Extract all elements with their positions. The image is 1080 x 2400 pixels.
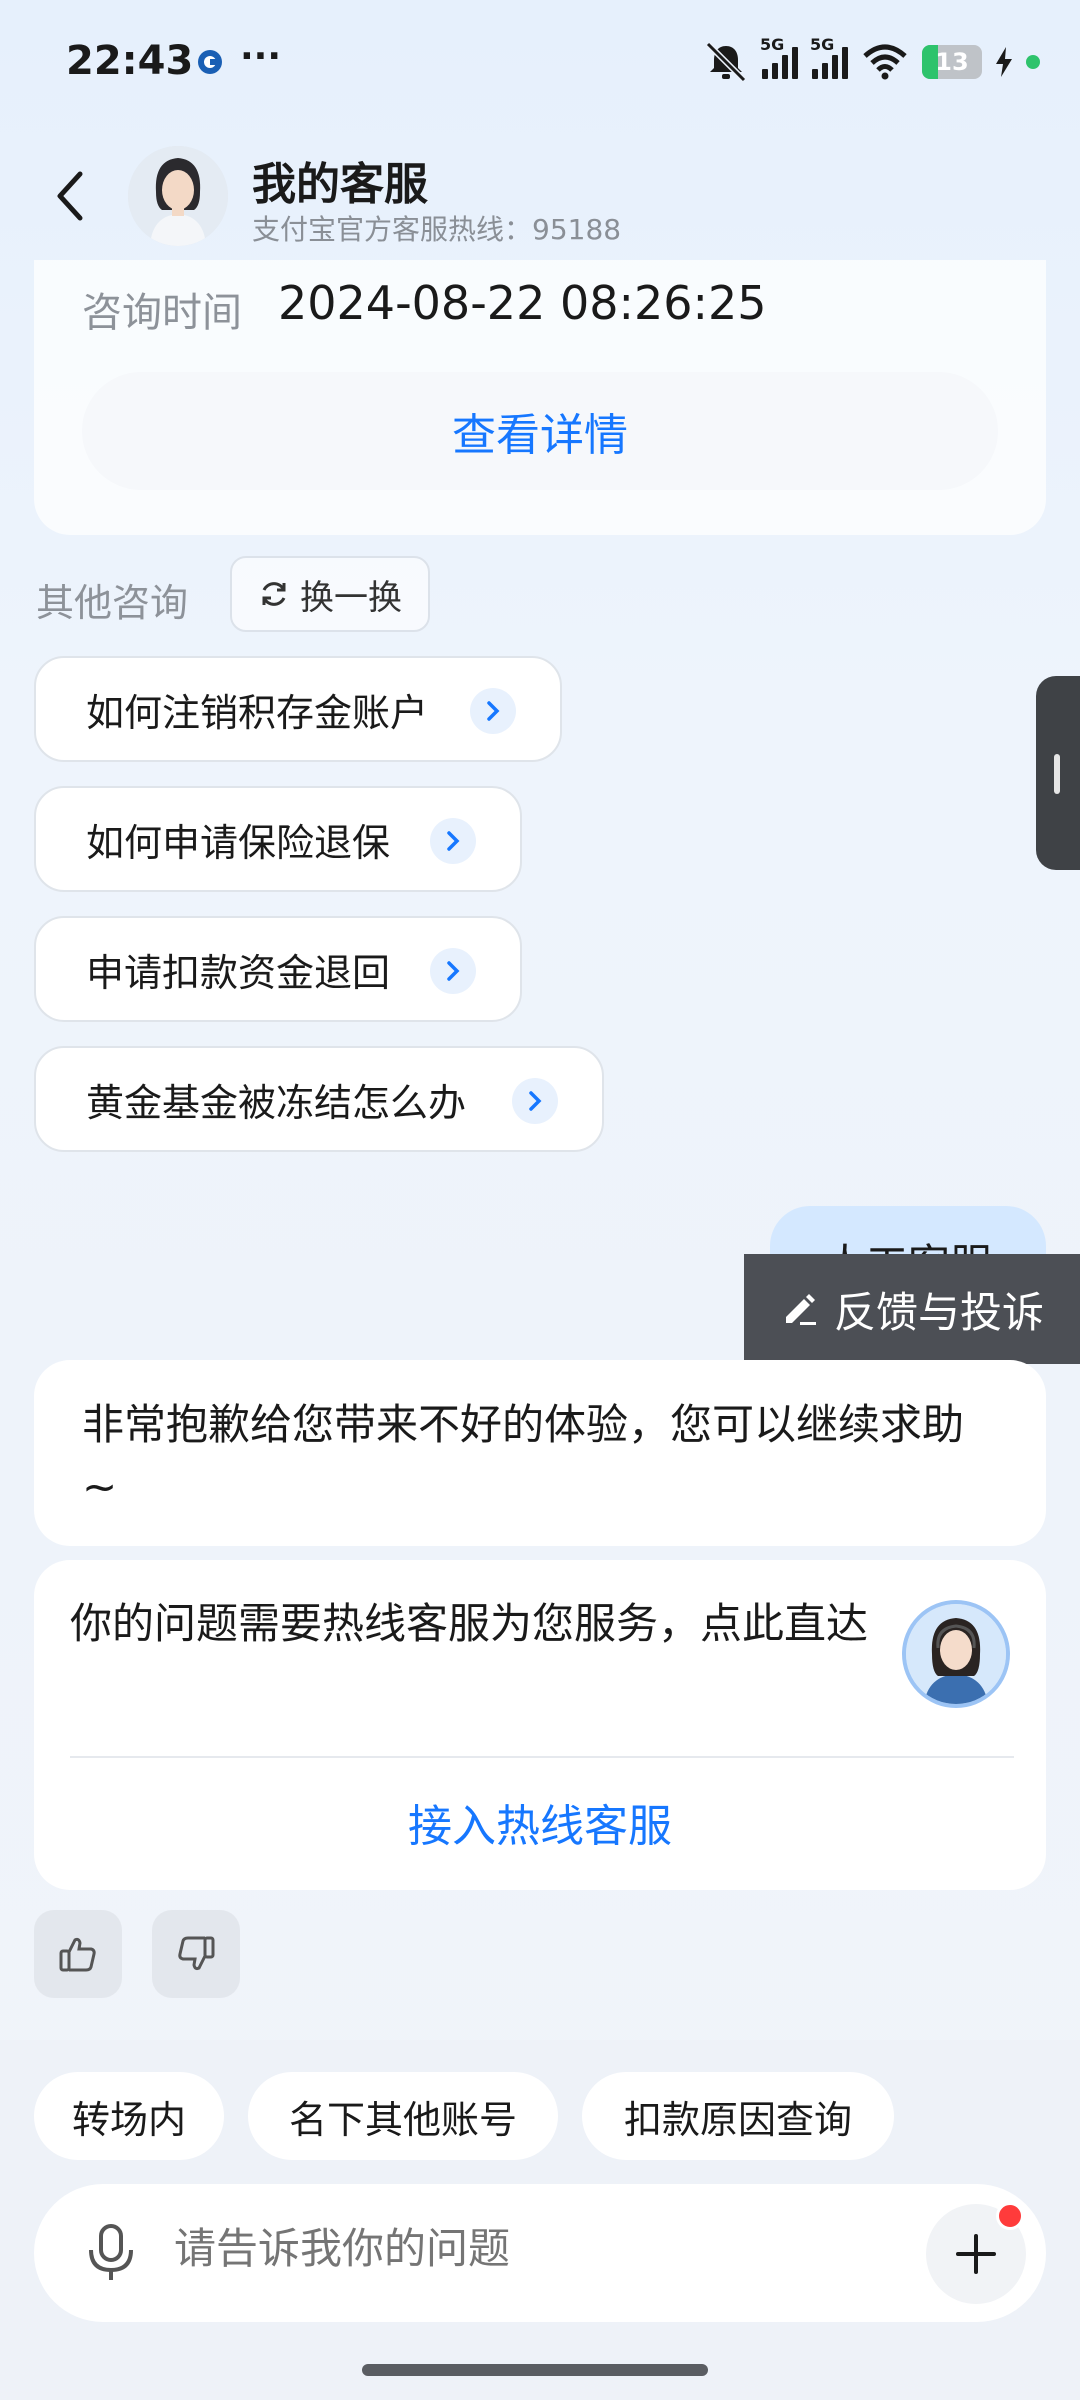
chevron-right-icon bbox=[430, 818, 476, 864]
side-drawer-handle[interactable] bbox=[1036, 676, 1080, 870]
cell-signal-1-icon: 5G bbox=[760, 35, 798, 79]
suggestion-item[interactable]: 黄金基金被冻结怎么办 bbox=[34, 1046, 604, 1152]
feedback-label: 反馈与投诉 bbox=[833, 1287, 1044, 1337]
wifi-icon bbox=[863, 44, 907, 80]
more-notifications-icon: ··· bbox=[240, 36, 282, 77]
other-consult-label: 其他咨询 bbox=[36, 581, 189, 625]
app-notification-icon bbox=[198, 50, 222, 74]
plus-icon bbox=[956, 2234, 996, 2274]
consult-time-label: 咨询时间 bbox=[82, 290, 242, 336]
feedback-complaint-button[interactable]: 反馈与投诉 bbox=[744, 1254, 1080, 1364]
thumbs-up-button[interactable] bbox=[34, 1910, 122, 1998]
suggestion-label: 如何注销积存金账户 bbox=[86, 690, 429, 735]
cell-signal-2-icon: 5G bbox=[810, 35, 848, 79]
connect-hotline-link[interactable]: 接入热线客服 bbox=[34, 1790, 1046, 1854]
mute-bell-icon bbox=[705, 42, 747, 82]
header-title: 我的客服 bbox=[252, 159, 428, 210]
suggestion-label: 黄金基金被冻结怎么办 bbox=[86, 1080, 467, 1125]
suggestion-item[interactable]: 如何注销积存金账户 bbox=[34, 656, 562, 762]
message-input-bar bbox=[34, 2184, 1046, 2322]
refresh-icon bbox=[262, 582, 286, 606]
suggestion-item[interactable]: 如何申请保险退保 bbox=[34, 786, 522, 892]
thumbs-down-icon bbox=[178, 1936, 215, 1971]
charging-icon bbox=[996, 47, 1012, 77]
assistant-avatar-image bbox=[128, 146, 228, 246]
bot-message-bubble: 非常抱歉给您带来不好的体验，您可以继续求助~ bbox=[34, 1360, 1046, 1546]
home-indicator[interactable] bbox=[362, 2364, 708, 2376]
microphone-icon[interactable] bbox=[76, 2218, 146, 2288]
privacy-indicator-icon bbox=[1026, 55, 1040, 69]
suggestion-item[interactable]: 申请扣款资金退回 bbox=[34, 916, 522, 1022]
back-arrow-icon[interactable] bbox=[48, 166, 92, 226]
refresh-label: 换一换 bbox=[300, 577, 402, 618]
battery-icon: 13 bbox=[922, 45, 982, 79]
view-details-button[interactable]: 查看详情 bbox=[82, 372, 998, 490]
chevron-right-icon bbox=[470, 688, 516, 734]
header-subtitle: 支付宝官方客服热线：95188 bbox=[252, 213, 622, 246]
status-icons: 5G 5G 13 bbox=[704, 35, 1040, 84]
edit-pencil-icon bbox=[785, 1294, 816, 1325]
quick-action-chip[interactable]: 名下其他账号 bbox=[248, 2072, 558, 2160]
suggestion-label: 如何申请保险退保 bbox=[86, 820, 391, 865]
quick-action-chip[interactable]: 转场内 bbox=[34, 2072, 224, 2160]
quick-action-chip[interactable]: 扣款原因查询 bbox=[582, 2072, 894, 2160]
notification-dot bbox=[996, 2202, 1024, 2230]
refresh-suggestions-button[interactable]: 换一换 bbox=[230, 556, 430, 632]
hotline-card-text: 你的问题需要热线客服为您服务，点此直达 bbox=[70, 1599, 869, 1648]
assistant-avatar[interactable] bbox=[128, 146, 228, 246]
status-bar: 22:43 ··· 5G 5G 13 bbox=[0, 0, 1080, 120]
status-time: 22:43 bbox=[66, 38, 194, 84]
hotline-card: 你的问题需要热线客服为您服务，点此直达 接入热线客服 bbox=[34, 1560, 1046, 1890]
hotline-agent-avatar bbox=[902, 1600, 1010, 1708]
divider bbox=[70, 1756, 1014, 1758]
chat-header: 我的客服 支付宝官方客服热线：95188 bbox=[0, 140, 1080, 260]
consult-time-value: 2024-08-22 08:26:25 bbox=[278, 276, 767, 330]
chevron-right-icon bbox=[430, 948, 476, 994]
thumbs-up-icon bbox=[59, 1937, 96, 1972]
thumbs-down-button[interactable] bbox=[152, 1910, 240, 1998]
consult-record-card: 咨询时间 2024-08-22 08:26:25 查看详情 bbox=[34, 260, 1046, 535]
suggestion-label: 申请扣款资金退回 bbox=[86, 950, 391, 995]
chevron-right-icon bbox=[512, 1078, 558, 1124]
message-input[interactable] bbox=[174, 2224, 934, 2273]
